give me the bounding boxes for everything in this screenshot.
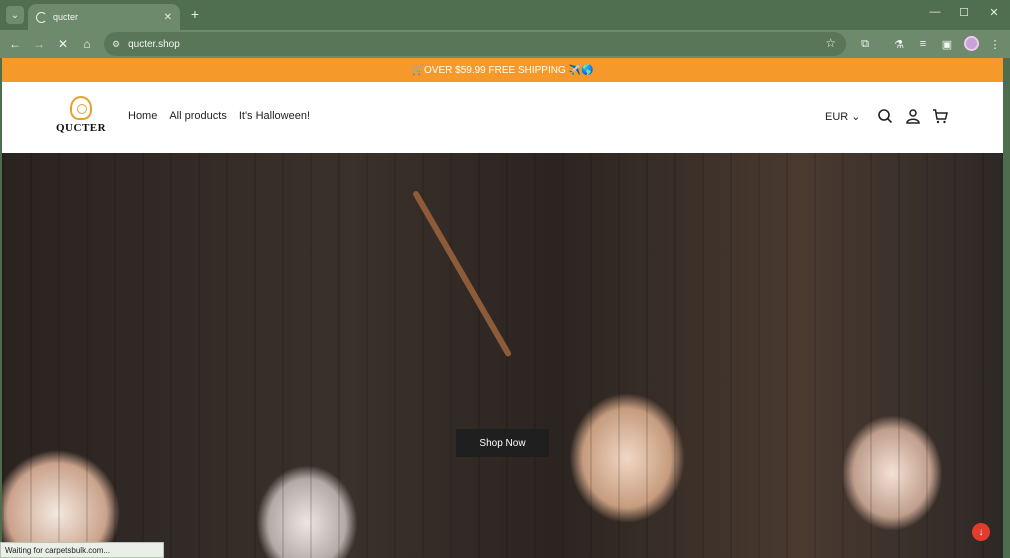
tab-search-button[interactable]: ⌄ — [6, 6, 24, 24]
close-window-button[interactable]: ✕ — [987, 6, 1001, 19]
minimize-button[interactable]: — — [928, 6, 942, 18]
arrow-left-icon: ← — [9, 37, 21, 51]
extensions-icon[interactable]: ⧉ — [856, 35, 874, 53]
hero-image-wand — [412, 190, 513, 358]
plus-icon: + — [190, 6, 200, 22]
nav-home[interactable]: Home — [128, 110, 157, 122]
nav-halloween[interactable]: It's Halloween! — [239, 110, 310, 122]
forward-button[interactable]: → — [30, 35, 48, 53]
nav-all-products[interactable]: All products — [169, 110, 226, 122]
announcement-bar: 🛒OVER $59.99 FREE SHIPPING ✈️🌎 — [2, 58, 1003, 82]
loading-spinner-icon — [36, 11, 47, 23]
main-nav: Home All products It's Halloween! — [128, 110, 310, 122]
search-icon[interactable] — [877, 108, 893, 124]
more-menu-icon[interactable]: ⋮ — [986, 35, 1004, 53]
bookmark-star-icon[interactable]: ☆ — [825, 36, 836, 50]
site-logo[interactable]: QUCTER — [56, 96, 106, 134]
hero-banner: Shop Now ↓ — [2, 153, 1003, 558]
stop-button[interactable]: ✕ — [54, 35, 72, 53]
status-text: Waiting for carpetsbulk.com... — [5, 545, 111, 555]
tab-title: qucter — [53, 12, 79, 22]
arrow-right-icon: → — [33, 37, 45, 51]
url-text: qucter.shop — [128, 38, 180, 50]
new-tab-button[interactable]: + — [186, 5, 204, 23]
logo-text: QUCTER — [56, 122, 107, 134]
back-button[interactable]: ← — [6, 35, 24, 53]
chevron-down-icon: ⌄ — [10, 9, 20, 21]
address-bar[interactable]: ⚙ qucter.shop ☆ — [104, 32, 846, 56]
maximize-button[interactable]: ☐ — [957, 6, 971, 19]
site-header: QUCTER Home All products It's Halloween!… — [2, 82, 1003, 153]
labs-flask-icon[interactable]: ⚗ — [890, 35, 908, 53]
media-control-icon[interactable]: ≡ — [914, 35, 932, 53]
shop-now-button[interactable]: Shop Now — [456, 429, 549, 457]
tab-close-icon[interactable]: ✕ — [164, 12, 172, 23]
account-icon[interactable] — [905, 108, 921, 124]
chat-widget-icon[interactable]: ↓ — [972, 523, 990, 541]
currency-selector[interactable]: EUR ⌄ — [825, 110, 861, 123]
currency-label: EUR — [825, 111, 849, 123]
side-panel-icon[interactable]: ▣ — [938, 35, 956, 53]
announcement-text: 🛒OVER $59.99 FREE SHIPPING ✈️🌎 — [411, 64, 594, 76]
browser-tabbar: ⌄ qucter ✕ + — ☐ ✕ — [0, 0, 1010, 30]
browser-status-bar: Waiting for carpetsbulk.com... — [0, 542, 164, 558]
browser-toolbar: ← → ✕ ⌂ ⚙ qucter.shop ☆ ⧉ ⚗ ≡ ▣ ⋮ — [0, 30, 1010, 58]
chevron-down-icon: ⌄ — [851, 111, 861, 123]
browser-tab[interactable]: qucter ✕ — [28, 4, 180, 30]
site-info-icon[interactable]: ⚙ — [112, 39, 120, 50]
profile-avatar[interactable] — [964, 36, 979, 51]
cart-icon[interactable] — [932, 108, 948, 124]
web-page: 🛒OVER $59.99 FREE SHIPPING ✈️🌎 QUCTER Ho… — [2, 58, 1003, 558]
home-button[interactable]: ⌂ — [78, 35, 96, 53]
close-icon: ✕ — [57, 37, 69, 51]
logo-mark-icon — [70, 96, 92, 120]
home-icon: ⌂ — [83, 37, 91, 51]
